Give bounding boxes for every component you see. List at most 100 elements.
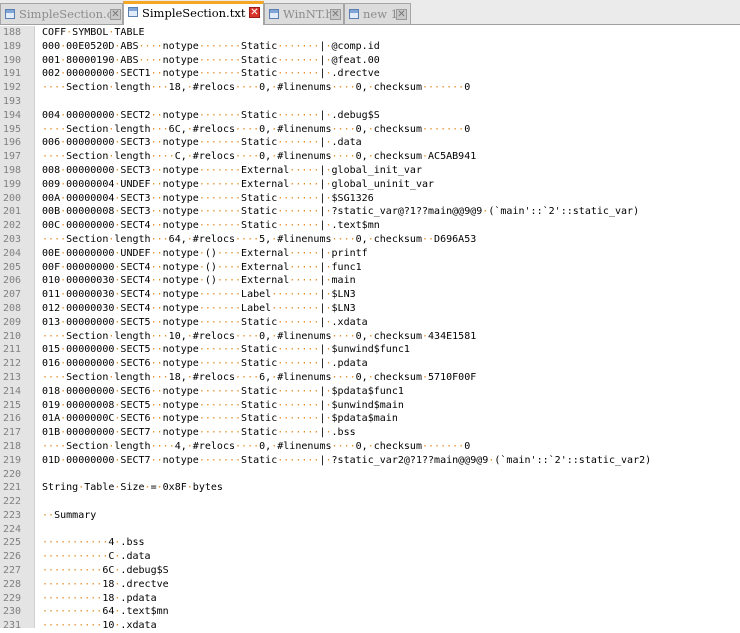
line-number: 202: [3, 220, 22, 232]
line-number: 199: [3, 178, 22, 190]
code-line: 009·00000004·UNDEF··notype·······Externa…: [42, 178, 435, 190]
file-icon: [128, 7, 138, 17]
code-line: 019·00000008·SECT5··notype·······Static·…: [42, 399, 404, 411]
code-line: 01A·0000000C·SECT6··notype·······Static·…: [42, 413, 398, 425]
line-number: 206: [3, 275, 22, 287]
line-number: 212: [3, 358, 22, 370]
code-line: 013·00000000·SECT5··notype·······Static·…: [42, 316, 368, 328]
code-line: ··········18·.drectve: [42, 578, 169, 590]
code-line: 00C·00000000·SECT4··notype·······Static·…: [42, 220, 380, 232]
code-line: 01D·00000000·SECT7··notype·······Static·…: [42, 454, 652, 466]
line-number: 213: [3, 371, 22, 383]
code-line: 011·00000030·SECT4··notype·······Label··…: [42, 289, 356, 301]
line-number: 188: [3, 27, 22, 38]
tab-winnt-h[interactable]: WinNT.h ✕: [264, 3, 344, 24]
file-icon: [5, 9, 15, 19]
tab-label: WinNT.h: [283, 7, 333, 21]
line-number: 195: [3, 123, 22, 135]
file-icon: [349, 9, 359, 19]
file-icon: [269, 9, 279, 19]
code-line: ····Section·length····C,·#relocs····0,·#…: [42, 151, 477, 163]
code-line: 008·00000000·SECT3··notype·······Externa…: [42, 164, 422, 176]
line-number: 224: [3, 523, 22, 535]
code-line: COFF·SYMBOL·TABLE: [42, 27, 145, 38]
tab-label: SimpleSection.c: [19, 7, 114, 21]
close-icon[interactable]: ✕: [249, 7, 260, 18]
code-line: ····Section·length···18,·#relocs····6,·#…: [42, 371, 477, 383]
line-number: 226: [3, 551, 22, 563]
code-line: ····Section·length···10,·#relocs····0,·#…: [42, 330, 477, 342]
code-line: 016·00000000·SECT6··notype·······Static·…: [42, 358, 368, 370]
tab-new-1[interactable]: new 1 ✕: [344, 3, 411, 24]
code-line: ··········6C·.debug$S: [42, 565, 169, 577]
code-line: ··········64·.text$mn: [42, 606, 169, 618]
code-line: 00B·00000008·SECT3··notype·······Static·…: [42, 206, 640, 218]
code-line: 001·80000190·ABS····notype·······Static·…: [42, 54, 380, 66]
code-line: 00E·00000000·UNDEF··notype·()····Externa…: [42, 247, 368, 259]
code-line: 006·00000000·SECT3··notype·······Static·…: [42, 137, 362, 149]
line-number: 208: [3, 302, 22, 314]
line-number: 190: [3, 54, 22, 66]
tab-bar: SimpleSection.c ✕ SimpleSection.txt ✕ Wi…: [0, 0, 740, 25]
line-number: 220: [3, 468, 22, 480]
line-number: 191: [3, 68, 22, 80]
code-line: ···········C·.data: [42, 551, 151, 563]
code-line: 00F·00000000·SECT4··notype·()····Externa…: [42, 261, 362, 273]
line-number: 222: [3, 496, 22, 508]
line-number: 201: [3, 206, 22, 218]
line-number: 207: [3, 289, 22, 301]
line-number: 196: [3, 137, 22, 149]
line-number: 200: [3, 192, 22, 204]
code-line: 015·00000000·SECT5··notype·······Static·…: [42, 344, 410, 356]
line-number: 225: [3, 537, 22, 549]
code-line: ····Section·length····4,·#relocs····0,·#…: [42, 440, 471, 452]
code-line: 000·00E0520D·ABS····notype·······Static·…: [42, 40, 380, 52]
line-number: 210: [3, 330, 22, 342]
line-number: 205: [3, 261, 22, 273]
line-number: 230: [3, 606, 22, 618]
close-icon[interactable]: ✕: [330, 9, 341, 20]
code-line: ····Section·length···6C,·#relocs····0,·#…: [42, 123, 471, 135]
line-number: 223: [3, 509, 22, 521]
tab-label: new 1: [363, 7, 399, 21]
code-line: ··········10·.xdata: [42, 620, 157, 632]
line-number: 194: [3, 109, 22, 121]
code-line: 002·00000000·SECT1··notype·······Static·…: [42, 68, 380, 80]
line-number: 228: [3, 578, 22, 590]
code-line: ··Summary: [42, 509, 97, 521]
line-number: 217: [3, 427, 22, 439]
line-number: 229: [3, 592, 22, 604]
line-number: 214: [3, 385, 22, 397]
tab-simplesection-c[interactable]: SimpleSection.c ✕: [0, 3, 123, 24]
code-line: 010·00000030·SECT4··notype·()····Externa…: [42, 275, 356, 287]
line-number: 211: [3, 344, 22, 356]
line-number: 218: [3, 440, 22, 452]
code-line: 012·00000030·SECT4··notype·······Label··…: [42, 302, 356, 314]
line-numbers: 188 189 190 191 192 193 194 195 196 197 198 199 200 2…: [0, 26, 35, 633]
code-line: 01B·00000000·SECT7··notype·······Static·…: [42, 427, 356, 439]
line-number: 204: [3, 247, 22, 259]
text-editor[interactable]: COFF·SYMBOL·TABLE 000·00E0520D·ABS····not…: [42, 26, 740, 633]
tab-label: SimpleSection.txt: [142, 6, 246, 20]
code-line: ···········4·.bss: [42, 537, 145, 549]
code-line: 018·00000000·SECT6··notype·······Static·…: [42, 385, 404, 397]
line-number: 193: [3, 95, 22, 107]
line-number: 192: [3, 82, 22, 94]
line-number: 219: [3, 454, 22, 466]
code-line: ··········18·.pdata: [42, 592, 157, 604]
line-number: 209: [3, 316, 22, 328]
line-number: 221: [3, 482, 22, 494]
line-number: 189: [3, 40, 22, 52]
line-number: 227: [3, 565, 22, 577]
tab-simplesection-txt[interactable]: SimpleSection.txt ✕: [123, 1, 264, 25]
line-number: 197: [3, 151, 22, 163]
code-line: 004·00000000·SECT2··notype·······Static·…: [42, 109, 380, 121]
close-icon[interactable]: ✕: [110, 9, 121, 20]
code-line: ····Section·length···64,·#relocs····5,·#…: [42, 233, 477, 245]
close-icon[interactable]: ✕: [396, 9, 407, 20]
line-number: 216: [3, 413, 22, 425]
